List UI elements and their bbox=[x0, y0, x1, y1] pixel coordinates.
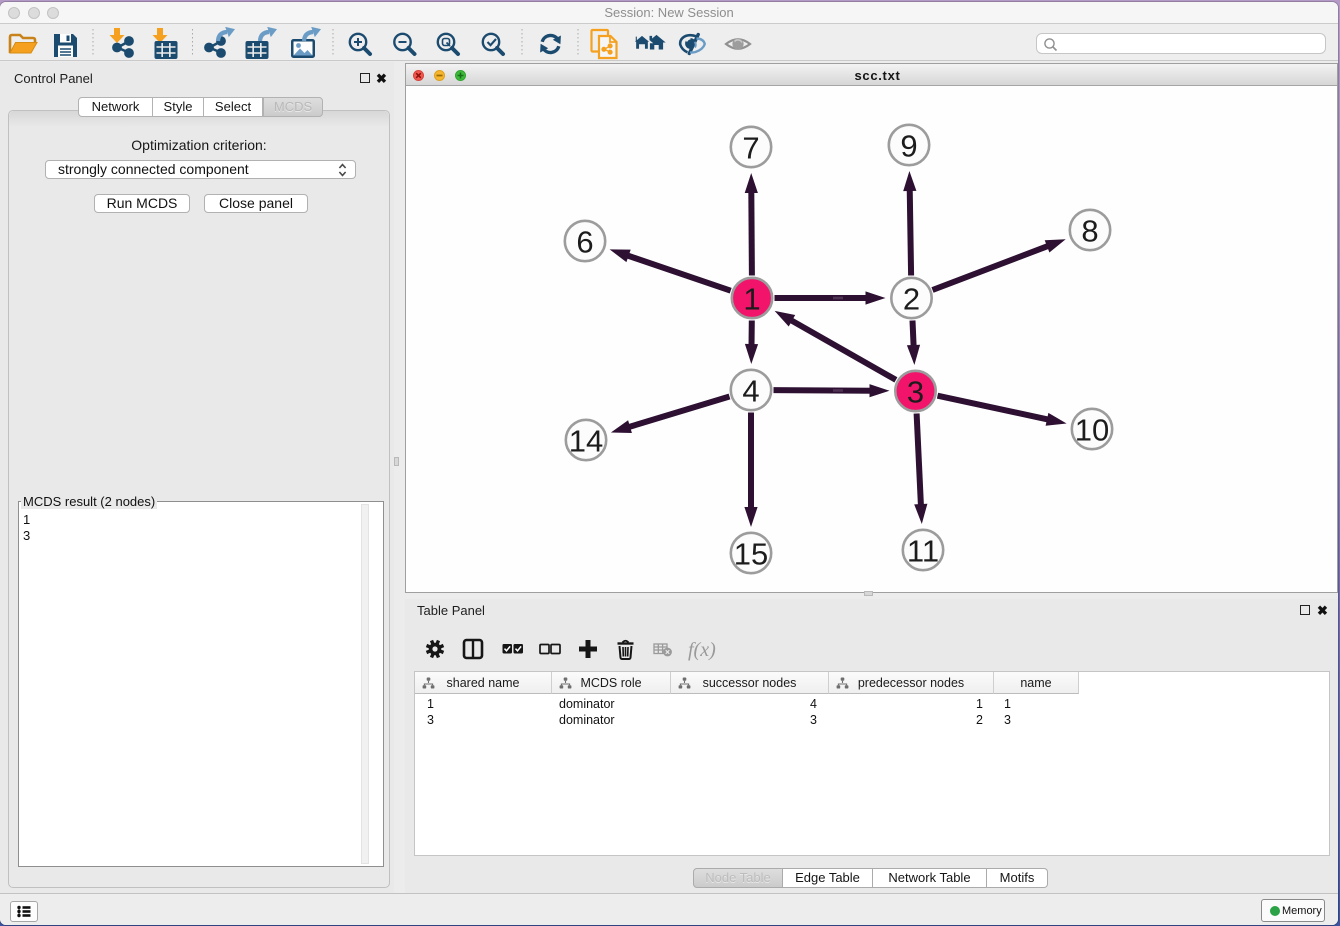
svg-text:3: 3 bbox=[907, 374, 924, 409]
svg-text:14: 14 bbox=[569, 423, 603, 458]
svg-text:9: 9 bbox=[900, 128, 917, 163]
svg-text:6: 6 bbox=[576, 224, 593, 259]
svg-text:11: 11 bbox=[907, 533, 939, 568]
svg-text:f(x): f(x) bbox=[688, 639, 716, 661]
svg-text:10: 10 bbox=[1075, 412, 1109, 447]
svg-text:15: 15 bbox=[734, 536, 768, 571]
svg-text:2: 2 bbox=[903, 281, 920, 316]
svg-text:7: 7 bbox=[742, 130, 759, 165]
svg-text:8: 8 bbox=[1081, 213, 1098, 248]
svg-text:1: 1 bbox=[743, 281, 760, 316]
svg-text:4: 4 bbox=[742, 373, 759, 408]
